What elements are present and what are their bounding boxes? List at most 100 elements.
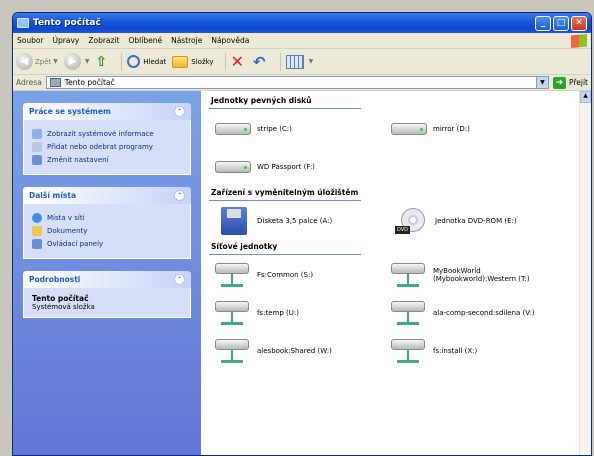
network-drive-icon — [391, 261, 427, 289]
menu-edit[interactable]: Úpravy — [53, 36, 80, 45]
control-panel-icon — [32, 239, 42, 249]
dvd-drive-icon: DVD — [395, 208, 425, 234]
address-value: Tento počítač — [64, 78, 115, 87]
network-drive-icon — [215, 337, 251, 365]
menu-bar: Soubor Úpravy Zobrazit Oblíbené Nástroje… — [13, 33, 591, 49]
go-button[interactable]: ➜ Přejít — [552, 76, 588, 89]
documents-folder-icon — [32, 226, 42, 236]
panel-title: Práce se systémem — [29, 107, 111, 116]
title-bar[interactable]: Tento počítač _ □ ✕ — [13, 13, 591, 33]
task-system-info[interactable]: Zobrazit systémové informace — [32, 129, 182, 139]
back-button[interactable]: ◀ Zpět ▼ — [16, 53, 58, 70]
details-header[interactable]: Podrobnosti ⌃ — [23, 271, 191, 288]
system-tasks-panel: Práce se systémem ⌃ Zobrazit systémové i… — [23, 103, 191, 175]
address-dropdown-button[interactable]: ▼ — [535, 77, 548, 88]
back-arrow-icon: ◀ — [16, 53, 33, 70]
scroll-up-icon[interactable]: ▲ — [580, 91, 591, 103]
drive-label: mirror (D:) — [433, 125, 470, 133]
address-field[interactable]: Tento počítač ▼ — [45, 76, 549, 89]
folders-button[interactable]: Složky — [172, 55, 214, 68]
up-button[interactable]: ⇧ — [96, 54, 111, 70]
go-arrow-icon: ➜ — [552, 76, 566, 89]
collapse-chevron-icon[interactable]: ⌃ — [174, 274, 185, 285]
drive-item[interactable]: fs:temp (U:) — [215, 299, 391, 327]
menu-tools[interactable]: Nástroje — [171, 36, 202, 45]
task-label: Změnit nastavení — [47, 156, 109, 164]
drive-item[interactable]: Disketa 3,5 palce (A:) — [215, 207, 391, 235]
drive-item[interactable]: MyBookWorld (Mybookworld):Western (T:) — [391, 261, 591, 289]
details-panel: Podrobnosti ⌃ Tento počítač Systémová sl… — [23, 271, 191, 318]
collapse-chevron-icon[interactable]: ⌃ — [174, 190, 185, 201]
group-header-removable: Zařízení s vyměnitelným úložištěm — [209, 185, 361, 201]
task-pane: Práce se systémem ⌃ Zobrazit systémové i… — [13, 91, 201, 455]
folders-label: Složky — [191, 57, 214, 66]
menu-help[interactable]: Nápověda — [211, 36, 249, 45]
toolbar-divider — [279, 52, 281, 71]
hard-drive-icon — [215, 161, 251, 173]
windows-logo-icon — [571, 34, 587, 48]
menu-view[interactable]: Zobrazit — [88, 36, 119, 45]
place-label: Ovládací panely — [47, 240, 104, 248]
views-button[interactable]: ▼ — [285, 54, 314, 69]
network-drive-icon — [391, 299, 427, 327]
other-places-header[interactable]: Další místa ⌃ — [23, 187, 191, 204]
details-body: Tento počítač Systémová složka — [23, 288, 191, 318]
system-tasks-header[interactable]: Práce se systémem ⌃ — [23, 103, 191, 120]
drive-item[interactable]: DVD Jednotka DVD-ROM (E:) — [391, 207, 591, 235]
drive-item[interactable]: stripe (C:) — [215, 115, 391, 143]
panel-title: Podrobnosti — [29, 275, 81, 284]
search-button[interactable]: Hledat — [127, 55, 166, 68]
place-documents[interactable]: Dokumenty — [32, 226, 182, 236]
menu-file[interactable]: Soubor — [17, 36, 44, 45]
undo-icon: ↶ — [252, 52, 266, 71]
hard-drive-icon — [215, 123, 251, 135]
task-change-settings[interactable]: Změnit nastavení — [32, 155, 182, 165]
drive-item[interactable]: alesbook:Shared (W:) — [215, 337, 391, 365]
drive-item[interactable]: WD Passport (F:) — [215, 153, 391, 181]
content-area: Práce se systémem ⌃ Zobrazit systémové i… — [13, 91, 591, 455]
drive-label: Fs:Common (S:) — [257, 271, 314, 279]
drive-label: Jednotka DVD-ROM (E:) — [435, 217, 517, 225]
drive-item[interactable]: mirror (D:) — [391, 115, 591, 143]
place-label: Dokumenty — [47, 227, 88, 235]
address-bar: Adresa Tento počítač ▼ ➜ Přejít — [13, 75, 591, 91]
undo-button[interactable]: ↶ — [253, 53, 269, 71]
place-control-panel[interactable]: Ovládací panely — [32, 239, 182, 249]
chevron-down-icon: ▼ — [53, 58, 58, 65]
drives-view: Jednotky pevných disků stripe (C:) mirro… — [201, 91, 591, 455]
drive-label: alesbook:Shared (W:) — [257, 347, 332, 355]
other-places-body: Místa v síti Dokumenty Ovládací panely — [23, 204, 191, 259]
vertical-scrollbar[interactable]: ▲ — [579, 91, 591, 455]
address-label: Adresa — [16, 78, 42, 87]
drive-item[interactable]: ala-comp-second:sdilena (V:) — [391, 299, 591, 327]
task-label: Přidat nebo odebrat programy — [47, 143, 153, 151]
other-places-panel: Další místa ⌃ Místa v síti Dokumenty Ovl… — [23, 187, 191, 259]
forward-button[interactable]: ▶ ▼ — [63, 53, 90, 70]
menu-favorites[interactable]: Oblíbené — [129, 36, 163, 45]
delete-button[interactable]: ✕ — [231, 52, 247, 71]
drive-item[interactable]: fs:install (X:) — [391, 337, 591, 365]
network-globe-icon — [32, 213, 42, 223]
removable-grid: Disketa 3,5 palce (A:) DVD Jednotka DVD-… — [209, 201, 591, 239]
maximize-button[interactable]: □ — [553, 15, 569, 31]
network-drive-icon — [215, 299, 251, 327]
network-drive-icon — [391, 337, 427, 365]
toolbar-divider — [224, 52, 226, 71]
computer-icon — [49, 78, 61, 87]
search-label: Hledat — [143, 57, 167, 66]
drive-label: fs:install (X:) — [433, 347, 478, 355]
system-tasks-body: Zobrazit systémové informace Přidat nebo… — [23, 120, 191, 175]
toolbar: ◀ Zpět ▼ ▶ ▼ ⇧ Hledat Složky ✕ ↶ ▼ — [13, 49, 591, 75]
details-name: Tento počítač — [32, 294, 89, 303]
drive-label: WD Passport (F:) — [257, 163, 315, 171]
collapse-chevron-icon[interactable]: ⌃ — [174, 106, 185, 117]
drive-item[interactable]: Fs:Common (S:) — [215, 261, 391, 289]
details-type: Systémová složka — [32, 303, 95, 311]
minimize-button[interactable]: _ — [535, 15, 551, 31]
folder-up-icon: ⇧ — [95, 53, 108, 70]
task-add-remove-programs[interactable]: Přidat nebo odebrat programy — [32, 142, 182, 152]
close-button[interactable]: ✕ — [571, 15, 587, 31]
chevron-down-icon: ▼ — [308, 58, 314, 65]
place-network[interactable]: Místa v síti — [32, 213, 182, 223]
search-icon — [127, 55, 141, 68]
